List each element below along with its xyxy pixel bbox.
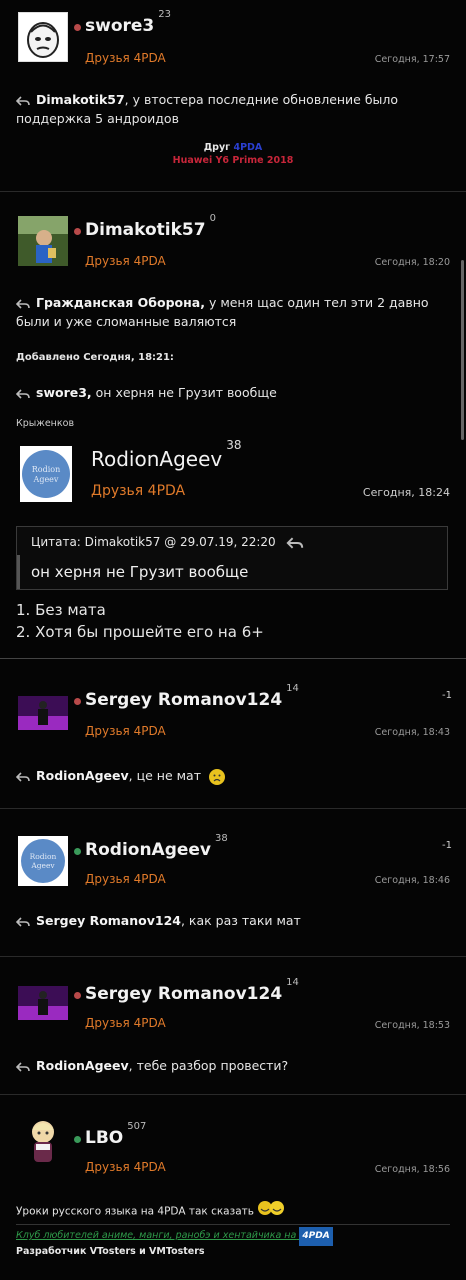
post-sergey-1: Sergey Romanov12414 -1 Друзья 4PDA Сегод… <box>0 660 466 808</box>
quote-bar <box>17 555 20 589</box>
post-time: Сегодня, 18:53 <box>374 1020 450 1031</box>
reply-arrow-icon <box>16 388 30 399</box>
post-time: Сегодня, 18:20 <box>374 257 450 268</box>
quote-header: Цитата: Dimakotik57 @ 29.07.19, 22:20 <box>31 535 304 549</box>
post-score[interactable]: -1 <box>442 690 452 701</box>
scrollbar[interactable] <box>461 260 464 440</box>
reputation-count: 38 <box>215 833 228 845</box>
reply-target[interactable]: Sergey Romanov124 <box>36 913 181 928</box>
post-body: Уроки русского языка на 4PDA так сказать <box>16 1200 452 1223</box>
author-nick[interactable]: Dimakotik570 <box>85 213 216 240</box>
user-group: Друзья 4PDA <box>91 483 186 499</box>
divider <box>0 808 466 809</box>
author-nick[interactable]: Sergey Romanov12414 <box>85 683 299 710</box>
post-score[interactable]: -1 <box>442 840 452 851</box>
signature: Друг 4PDA Huawei Y6 Prime 2018 <box>172 142 294 166</box>
status-dot <box>74 24 81 31</box>
avatar[interactable]: Rodion Ageev <box>20 446 72 502</box>
post-body: Sergey Romanov124, как раз таки мат <box>16 911 452 930</box>
reputation-count: 38 <box>226 438 242 453</box>
quote-text: он херня не Грузит вообще <box>31 563 249 581</box>
author-nick[interactable]: RodionAgeev38 <box>91 438 242 471</box>
quote-block: Цитата: Dimakotik57 @ 29.07.19, 22:20 он… <box>16 526 448 590</box>
avatar[interactable] <box>20 1114 66 1168</box>
divider <box>0 658 466 659</box>
post-body: Dimakotik57, у втостера последние обновл… <box>16 92 399 126</box>
divider <box>0 1094 466 1095</box>
user-group: Друзья 4PDA <box>85 254 166 268</box>
reply-target[interactable]: RodionAgeev <box>36 768 129 783</box>
list-item: 1. Без мата <box>16 601 106 619</box>
post-time: Сегодня, 17:57 <box>374 54 450 65</box>
signature: Крыженков <box>16 418 75 429</box>
author-nick[interactable]: Sergey Romanov12414 <box>85 977 299 1004</box>
reply-arrow-icon <box>16 771 30 782</box>
post-rodionageev-2: Rodion Ageev RodionAgeev38 -1 Друзья 4PD… <box>0 810 466 956</box>
avatar[interactable] <box>18 216 68 266</box>
status-dot <box>74 1136 81 1143</box>
author-nick[interactable]: LBO507 <box>85 1121 146 1148</box>
list-item: 2. Хотя бы прошейте его на 6+ <box>16 623 264 641</box>
user-group: Друзья 4PDA <box>85 51 166 65</box>
added-label: Добавлено Сегодня, 18:21: <box>16 352 174 363</box>
status-dot <box>74 992 81 999</box>
avatar[interactable]: Rodion Ageev <box>18 836 68 886</box>
author-nick[interactable]: swore323 <box>85 9 171 36</box>
post-lbo: LBO507 Друзья 4PDA Сегодня, 18:56 Уроки … <box>0 1096 466 1280</box>
reply-arrow-icon <box>16 916 30 927</box>
user-group: Друзья 4PDA <box>85 1016 166 1030</box>
reply-target[interactable]: swore3, <box>36 385 92 400</box>
post-body: Гражданская Оборона, у меня щас один тел… <box>16 295 429 329</box>
status-dot <box>74 228 81 235</box>
divider <box>16 1224 450 1225</box>
post-time: Сегодня, 18:56 <box>374 1164 450 1175</box>
user-group: Друзья 4PDA <box>85 1160 166 1174</box>
post-body: RodionAgeev, тебе разбор провести? <box>16 1056 452 1075</box>
signature-dev: Разработчик VTosters и VMTosters <box>16 1246 205 1257</box>
divider <box>0 956 466 957</box>
post-sergey-2: Sergey Romanov12414 Друзья 4PDA Сегодня,… <box>0 958 466 1094</box>
reply-arrow-icon <box>16 298 30 309</box>
author-nick[interactable]: RodionAgeev38 <box>85 833 228 860</box>
svg-text:Ageev: Ageev <box>33 475 59 484</box>
reply-target[interactable]: Dimakotik57 <box>36 92 125 107</box>
laughing-emoji-icon <box>257 1200 285 1223</box>
reply-arrow-icon[interactable] <box>285 537 304 549</box>
avatar[interactable] <box>18 12 68 62</box>
post-swore3: swore323 Друзья 4PDA Сегодня, 17:57 Dima… <box>0 0 466 190</box>
post-rodionageev-1: Rodion Ageev RodionAgeev38 Друзья 4PDA С… <box>0 432 466 658</box>
post-time: Сегодня, 18:46 <box>374 875 450 886</box>
post-body: RodionAgeev, це не мат <box>16 766 452 785</box>
reputation-count: 23 <box>158 9 171 21</box>
reply-target[interactable]: RodionAgeev <box>36 1058 129 1073</box>
post-time: Сегодня, 18:24 <box>362 486 450 499</box>
reputation-count: 0 <box>209 213 216 225</box>
user-group: Друзья 4PDA <box>85 724 166 738</box>
svg-text:Rodion: Rodion <box>30 852 57 861</box>
svg-text:Ageev: Ageev <box>30 861 55 870</box>
reputation-count: 507 <box>127 1121 147 1133</box>
reputation-count: 14 <box>286 683 299 695</box>
avatar[interactable] <box>18 986 68 1020</box>
sad-emoji-icon <box>208 768 225 785</box>
post-time: Сегодня, 18:43 <box>374 727 450 738</box>
reputation-count: 14 <box>286 977 299 989</box>
status-dot <box>74 698 81 705</box>
user-group: Друзья 4PDA <box>85 872 166 886</box>
reply-target[interactable]: Гражданская Оборона, <box>36 295 205 310</box>
status-dot <box>74 848 81 855</box>
avatar[interactable] <box>18 696 68 730</box>
reply-arrow-icon <box>16 95 30 106</box>
post-body-addition: swore3, он херня не Грузит вообще <box>16 383 452 402</box>
reply-arrow-icon <box>16 1061 30 1072</box>
svg-text:Rodion: Rodion <box>32 465 61 474</box>
post-dimakotik57: Dimakotik570 Друзья 4PDA Сегодня, 18:20 … <box>0 192 466 432</box>
